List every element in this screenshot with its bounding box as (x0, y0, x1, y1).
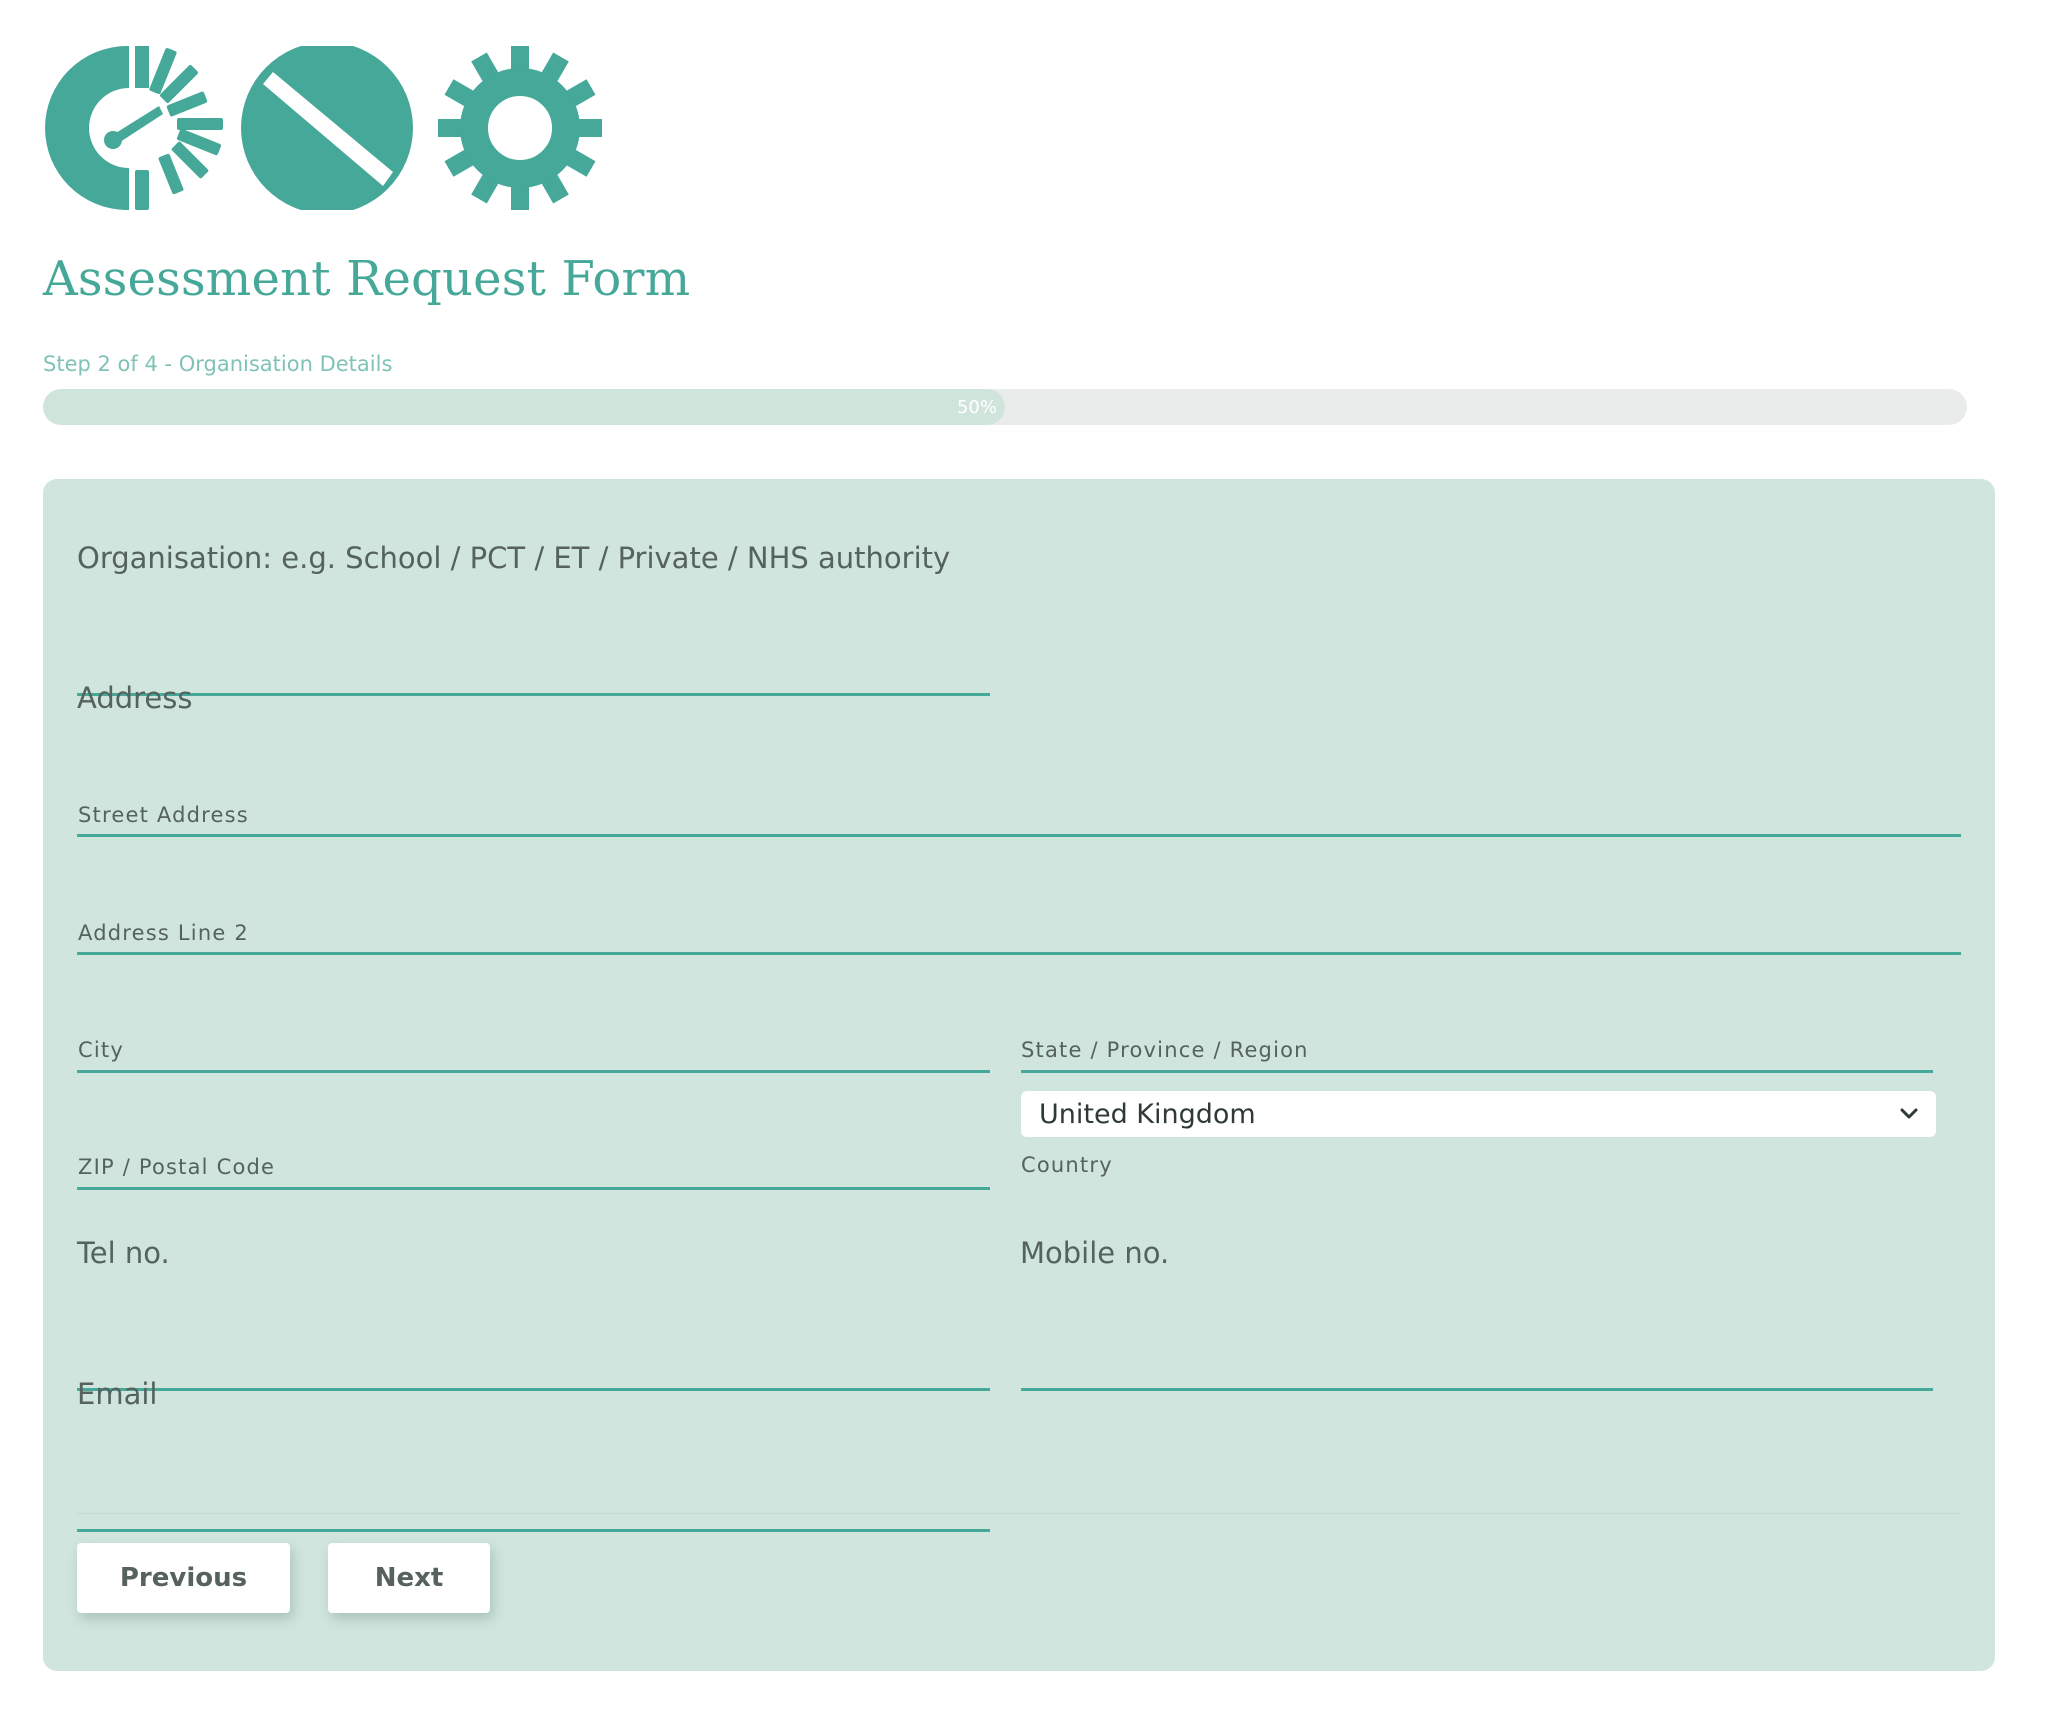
address-line2-input[interactable] (77, 911, 1961, 955)
gear-icon (438, 46, 602, 210)
country-label: Country (1021, 1153, 1113, 1177)
progress-fill: 50% (43, 389, 1005, 425)
footer-divider (77, 1513, 1961, 1514)
country-select[interactable]: United Kingdom (1021, 1091, 1936, 1137)
page: Assessment Request Form Step 2 of 4 - Or… (0, 0, 2048, 1725)
city-label: City (78, 1038, 124, 1062)
previous-button[interactable]: Previous (77, 1543, 290, 1613)
progress-bar: 50% (43, 389, 1967, 425)
zip-label: ZIP / Postal Code (78, 1155, 276, 1179)
email-label: Email (77, 1377, 158, 1411)
organisation-label: Organisation: e.g. School / PCT / ET / P… (77, 541, 951, 575)
chevron-down-icon (1900, 1108, 1918, 1119)
address-label: Address (77, 681, 193, 715)
tel-input[interactable] (77, 1347, 990, 1391)
organisation-input[interactable] (77, 652, 990, 696)
tel-label: Tel no. (77, 1236, 170, 1270)
mobile-input[interactable] (1021, 1347, 1933, 1391)
address-line2-label: Address Line 2 (78, 921, 249, 945)
next-button[interactable]: Next (328, 1543, 490, 1613)
page-title: Assessment Request Form (43, 251, 691, 307)
city-input[interactable] (77, 1029, 990, 1073)
mobile-label: Mobile no. (1020, 1236, 1170, 1270)
sun-gauge-icon (45, 46, 223, 210)
form-panel: Organisation: e.g. School / PCT / ET / P… (43, 479, 1995, 1671)
country-select-value: United Kingdom (1039, 1098, 1256, 1130)
progress-percent: 50% (956, 396, 997, 418)
street-address-input[interactable] (77, 793, 1961, 837)
street-address-label: Street Address (78, 803, 249, 827)
no-sign-icon (241, 46, 413, 210)
state-label: State / Province / Region (1021, 1038, 1309, 1062)
email-input[interactable] (77, 1488, 990, 1532)
step-indicator: Step 2 of 4 - Organisation Details (43, 352, 393, 376)
logo (45, 46, 602, 210)
